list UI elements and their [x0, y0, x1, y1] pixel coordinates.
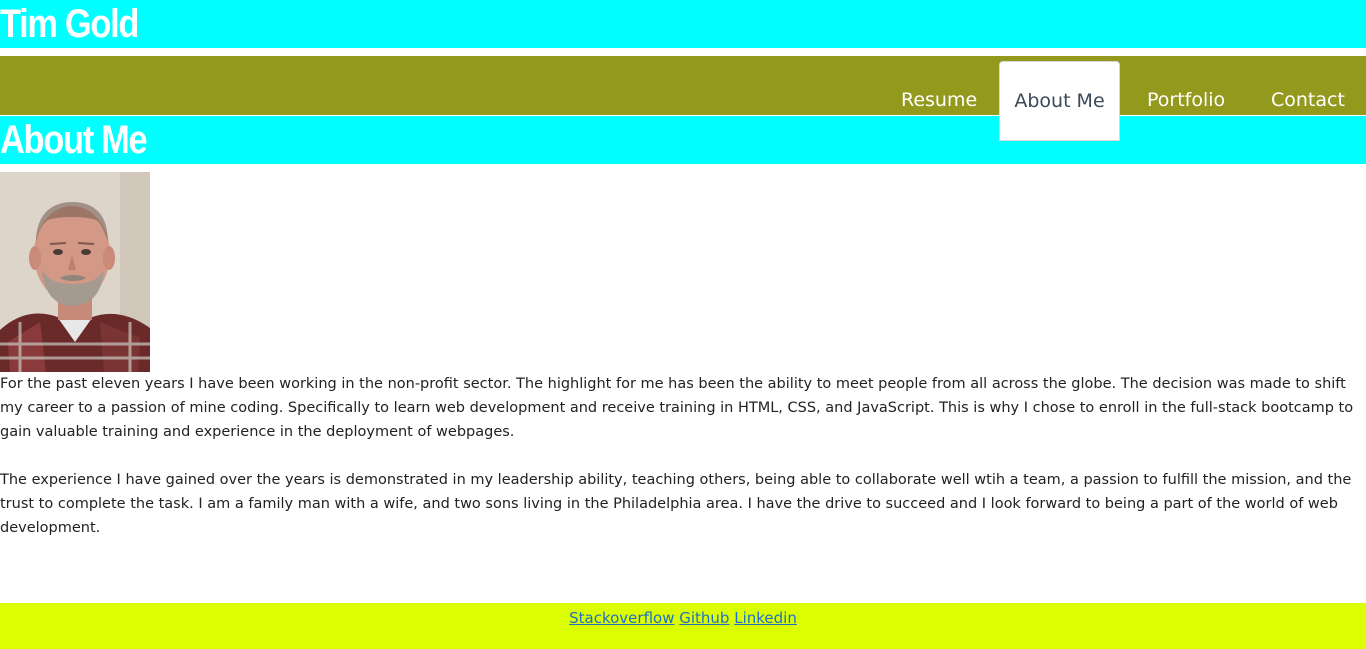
- bio-section: For the past eleven years I have been wo…: [0, 372, 1366, 564]
- github-link[interactable]: Github: [679, 609, 729, 627]
- nav-item-contact[interactable]: Contact: [1271, 56, 1345, 115]
- site-title: Tim Gold: [0, 2, 139, 46]
- profile-photo: [0, 172, 150, 372]
- stackoverflow-link[interactable]: Stackoverflow: [569, 609, 674, 627]
- nav-bar: Resume About Me Portfolio Contact: [0, 56, 1366, 141]
- footer: Stackoverflow Github Linkedin: [0, 603, 1366, 649]
- section-header: About Me: [0, 116, 1366, 164]
- page: Tim Gold Resume About Me Portfolio Conta…: [0, 0, 1366, 649]
- bio-paragraph-1: For the past eleven years I have been wo…: [0, 376, 1354, 440]
- footer-links: Stackoverflow Github Linkedin: [0, 603, 1366, 628]
- nav-item-about-me[interactable]: About Me: [999, 61, 1120, 141]
- nav-item-resume[interactable]: Resume: [901, 56, 977, 115]
- section-title: About Me: [0, 118, 148, 162]
- linkedin-link[interactable]: Linkedin: [734, 609, 797, 627]
- nav-item-portfolio[interactable]: Portfolio: [1147, 56, 1225, 115]
- site-header: Tim Gold: [0, 0, 1366, 48]
- profile-photo-portrait: [0, 172, 150, 372]
- bio-paragraph-2: The experience I have gained over the ye…: [0, 472, 1352, 536]
